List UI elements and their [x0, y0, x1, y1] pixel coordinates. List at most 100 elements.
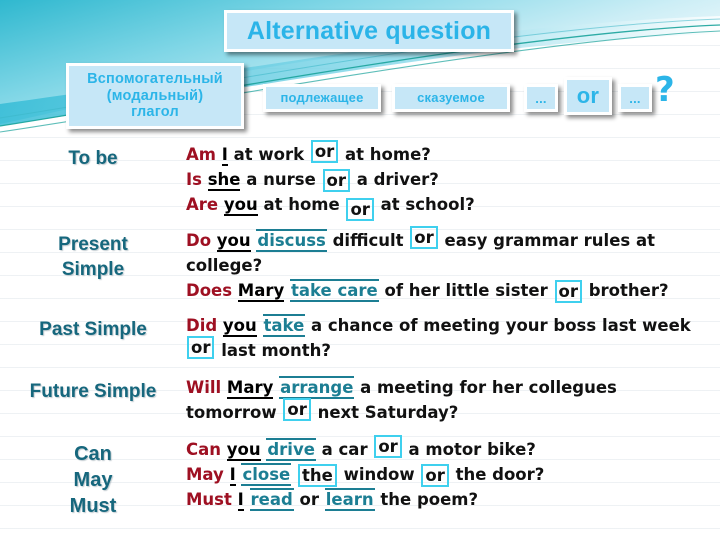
auxiliary-verb: Am: [186, 145, 216, 164]
table-row: Can May Must Can you drive a car or a moto…: [0, 435, 720, 519]
row-label-to-be: To be: [0, 142, 186, 171]
table-row: Past Simple Did you take a chance of mee…: [0, 313, 720, 363]
row-label-line: Present: [58, 234, 128, 255]
example-sentence: Do you discuss difficult or easy grammar…: [186, 226, 712, 278]
sentence-predicate: discuss: [256, 229, 327, 252]
table-row: Present Simple Do you discuss difficult o…: [0, 226, 720, 303]
example-sentence: May I close the window or the door?: [186, 462, 712, 487]
auxiliary-verb: Does: [186, 281, 233, 300]
sentence-middle: a nurse: [246, 170, 322, 189]
sentence-subject: Mary: [237, 281, 285, 302]
row-label-line: To be: [68, 148, 118, 169]
sentence-subject: you: [216, 231, 251, 252]
row-examples-past-simple: Did you take a chance of meeting your bo…: [186, 313, 720, 363]
sentence-middle: of her little sister: [378, 281, 554, 300]
sentence-tail: the door?: [449, 465, 545, 484]
sentence-middle: a car: [315, 440, 374, 459]
row-label-past-simple: Past Simple: [0, 313, 186, 342]
sentence-middle: a chance of meeting your boss last week: [305, 316, 691, 335]
or-highlight-box: the: [298, 464, 337, 487]
example-sentence: Is she a nurse or a driver?: [186, 167, 712, 192]
slide-canvas: Alternative question Вспомогательный (мо…: [0, 0, 720, 540]
or-highlight-box: or: [283, 398, 311, 421]
aux-line-2: (модальный): [106, 87, 204, 104]
sentence-tail: next Saturday?: [311, 403, 459, 422]
aux-line-3: глагол: [131, 104, 179, 121]
formula-auxiliary-verb-chip: Вспомогательный (модальный) глагол: [66, 63, 244, 129]
auxiliary-verb: Will: [186, 378, 222, 397]
auxiliary-verb: Is: [186, 170, 202, 189]
or-highlight-box: or: [374, 435, 402, 458]
row-examples-to-be: Am I at work or at home? Is she a nurse o…: [186, 140, 720, 221]
example-sentence: Does Mary take care of her little sister…: [186, 278, 712, 303]
auxiliary-verb: Must: [186, 490, 232, 509]
example-sentence: Must I read or learn the poem?: [186, 487, 712, 512]
page-title: Alternative question: [224, 10, 514, 52]
sentence-middle: difficult: [326, 231, 410, 250]
sentence-predicate: learn: [324, 488, 375, 511]
sentence-tail: brother?: [582, 281, 669, 300]
sentence-subject: Mary: [226, 378, 274, 399]
sentence-predicate: drive: [266, 438, 316, 461]
example-sentence: Did you take a chance of meeting your bo…: [186, 313, 712, 363]
sentence-subject: I: [221, 145, 228, 166]
or-highlight-box: or: [187, 336, 215, 359]
example-sentence: Will Mary arrange a meeting for her coll…: [186, 375, 712, 425]
row-label-line: Can: [74, 443, 112, 465]
sentence-predicate: arrange: [279, 376, 355, 399]
sentence-predicate: read: [249, 488, 294, 511]
auxiliary-verb: Can: [186, 440, 221, 459]
sentence-subject: she: [207, 170, 241, 191]
or-highlight-box: or: [310, 140, 339, 163]
sentence-tail: a driver?: [350, 170, 439, 189]
sentence-tail: at school?: [374, 195, 475, 214]
formula-or-chip: or: [564, 77, 612, 115]
row-examples-present-simple: Do you discuss difficult or easy grammar…: [186, 226, 720, 303]
auxiliary-verb: Are: [186, 195, 219, 214]
row-label-line: Must: [69, 495, 117, 517]
examples-table: To be Am I at work or at home? Is she a n…: [0, 140, 720, 519]
sentence-middle: or: [293, 490, 325, 509]
sentence-predicate: take care: [290, 279, 379, 302]
table-row: To be Am I at work or at home? Is she a n…: [0, 140, 720, 221]
sentence-subject: you: [223, 195, 258, 216]
example-sentence: Can you drive a car or a motor bike?: [186, 435, 712, 462]
sentence-middle: at home: [263, 195, 346, 214]
aux-line-1: Вспомогательный: [87, 70, 223, 87]
sentence-subject: I: [237, 490, 244, 511]
formula-predicate-chip: сказуемое: [392, 84, 510, 112]
or-highlight-box: or: [322, 169, 350, 192]
row-label-line: Simple: [61, 259, 125, 280]
row-examples-future-simple: Will Mary arrange a meeting for her coll…: [186, 375, 720, 425]
row-label-future-simple: Future Simple: [0, 375, 186, 404]
or-highlight-box: or: [554, 280, 582, 303]
row-label-line: Past Simple: [39, 319, 147, 340]
sentence-tail: the poem?: [374, 490, 479, 509]
sentence-subject: you: [226, 440, 261, 461]
row-label-line: Future Simple: [29, 381, 157, 402]
row-label-line: May: [73, 469, 113, 491]
sentence-middle: at work: [233, 145, 310, 164]
or-highlight-box: or: [421, 464, 449, 487]
sentence-subject: you: [222, 316, 257, 337]
question-mark-glyph: ?: [655, 70, 675, 110]
sentence-tail: window: [337, 465, 421, 484]
sentence-subject: I: [229, 465, 236, 486]
sentence-middle: [291, 465, 297, 484]
formula-subject-chip: подлежащее: [263, 84, 381, 112]
row-label-present-simple: Present Simple: [0, 228, 186, 282]
sentence-predicate: close: [241, 463, 292, 486]
formula-dots-right-chip: ...: [618, 84, 652, 112]
example-sentence: Am I at work or at home?: [186, 140, 712, 167]
row-label-modals: Can May Must: [0, 437, 186, 519]
or-highlight-box: or: [410, 226, 438, 249]
